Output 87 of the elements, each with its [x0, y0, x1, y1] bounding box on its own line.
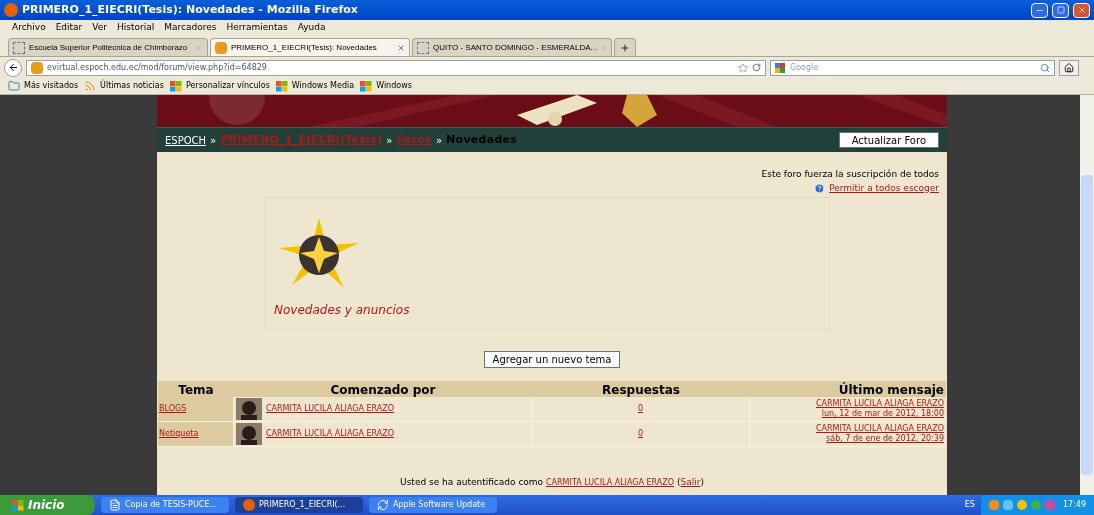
- site-logo-icon: [215, 41, 227, 54]
- menu-item[interactable]: Archivo: [12, 20, 46, 35]
- topic-link[interactable]: Netiqueta: [159, 428, 199, 440]
- close-icon: [1076, 5, 1087, 15]
- scrollbar[interactable]: [1080, 95, 1094, 495]
- document-icon: [109, 499, 121, 511]
- breadcrumb-current: Novedades: [446, 131, 518, 148]
- feed-icon: [84, 80, 97, 92]
- breadcrumb-link[interactable]: ESPOCH: [165, 132, 207, 148]
- breadcrumb-separator: »: [435, 133, 443, 148]
- menu-item[interactable]: Herramientas: [226, 20, 288, 35]
- close-tab-icon[interactable]: [397, 43, 405, 52]
- browser-icon: [4, 3, 18, 17]
- search-icon[interactable]: [1040, 62, 1050, 73]
- menu-item[interactable]: Marcadores: [164, 20, 217, 35]
- breadcrumb-separator: »: [386, 133, 393, 148]
- avatar-icon: [236, 398, 262, 420]
- author-link[interactable]: CARMITA LUCILA ALIAGA ERAZO: [266, 403, 395, 415]
- avatar-icon: [236, 423, 262, 445]
- last-post-date-link[interactable]: sáb, 7 de ene de 2012, 20:39: [826, 434, 944, 444]
- last-post-author-link[interactable]: CARMITA LUCILA ALIAGA ERAZO: [815, 424, 944, 434]
- add-topic-button[interactable]: Agregar un nuevo tema: [483, 351, 621, 368]
- logout-link[interactable]: Salir: [680, 477, 701, 487]
- home-icon: [1064, 62, 1074, 73]
- menu-item[interactable]: Editar: [55, 20, 83, 35]
- bookmark-item[interactable]: Windows Media: [275, 80, 355, 92]
- back-arrow-icon: [7, 62, 19, 73]
- replies-link[interactable]: 0: [637, 428, 644, 440]
- user-link[interactable]: CARMITA LUCILA ALIAGA ERAZO: [546, 478, 675, 487]
- subscription-note: Este foro fuerza la suscripción de todos: [761, 168, 939, 181]
- menu-item[interactable]: Historial: [117, 20, 155, 35]
- tray-icon[interactable]: [1002, 500, 1013, 510]
- author-link[interactable]: CARMITA LUCILA ALIAGA ERAZO: [266, 428, 395, 440]
- tray-icon[interactable]: [1016, 500, 1027, 510]
- forum-intro-title: Novedades y anuncios: [274, 302, 411, 319]
- bookmark-star-icon[interactable]: [738, 62, 748, 73]
- back-button[interactable]: [4, 58, 22, 77]
- windows-flag-icon: [12, 499, 24, 511]
- reload-icon[interactable]: [752, 63, 761, 72]
- restore-button[interactable]: [1052, 2, 1069, 18]
- bookmark-item[interactable]: Personalizar vínculos: [169, 80, 270, 92]
- tray-icon[interactable]: [988, 500, 999, 510]
- language-indicator[interactable]: ES: [964, 499, 975, 511]
- windows-flag-icon: [360, 80, 373, 92]
- help-icon[interactable]: [814, 182, 826, 194]
- page-icon: [13, 41, 25, 54]
- last-post-date-link[interactable]: lun, 12 de mar de 2012, 18:00: [821, 409, 944, 419]
- allow-choice-link[interactable]: Permitir a todos escoger: [829, 181, 939, 195]
- windows-flag-icon: [169, 80, 182, 92]
- search-engine-icon: [775, 62, 786, 73]
- taskbar-button[interactable]: Apple Software Update: [369, 497, 497, 513]
- browser-tab[interactable]: PRIMERO_1_EIECRI(Tesis): Novedades: [210, 38, 410, 56]
- bookmark-item[interactable]: Últimas noticias: [84, 80, 164, 92]
- column-header: Tema: [177, 382, 215, 399]
- column-header: Comenzado por: [329, 382, 437, 399]
- site-logo-icon: [31, 61, 43, 74]
- column-header: Último mensaje: [837, 381, 945, 399]
- home-button[interactable]: [1059, 59, 1079, 76]
- topic-link[interactable]: BLOGS: [159, 403, 187, 415]
- minimize-button[interactable]: [1031, 2, 1048, 18]
- column-header: Respuestas: [601, 382, 681, 399]
- clock: 17:49: [1062, 499, 1086, 511]
- breadcrumb-separator: »: [210, 133, 217, 148]
- bookmark-item[interactable]: Más visitados: [8, 80, 79, 92]
- last-post-author-link[interactable]: CARMITA LUCILA ALIAGA ERAZO: [815, 399, 944, 409]
- bookmark-item[interactable]: Windows: [360, 80, 412, 92]
- browser-icon: [243, 499, 255, 511]
- replies-link[interactable]: 0: [637, 403, 644, 415]
- login-info-text: Usted se ha autentificado como CARMITA LUCILA ALIAGA ERAZO (Salir): [400, 476, 704, 489]
- taskbar-button[interactable]: Copia de TESIS-PUCE...: [101, 497, 229, 513]
- page-icon: [417, 41, 429, 54]
- folder-icon: [8, 80, 20, 92]
- menu-item[interactable]: Ayuda: [297, 20, 326, 35]
- new-tab-button[interactable]: [614, 38, 636, 56]
- update-icon: [377, 499, 389, 511]
- start-button[interactable]: Inicio: [0, 495, 95, 515]
- restore-icon: [1056, 6, 1065, 14]
- close-button[interactable]: [1073, 2, 1090, 18]
- taskbar-button[interactable]: PRIMERO_1_EIECRI(...: [235, 497, 363, 513]
- refresh-forum-button[interactable]: Actualizar Foro: [838, 132, 939, 148]
- browser-tab[interactable]: QUITO - SANTO DOMINGO - ESMERALDA...: [412, 38, 612, 56]
- window-title: PRIMERO_1_EIECRI(Tesis): Novedades - Mozilla Firefox: [22, 1, 359, 18]
- browser-tab[interactable]: Escuela Superior Politécnica de Chimborazo: [8, 38, 208, 56]
- menu-item[interactable]: Ver: [92, 20, 107, 35]
- address-field[interactable]: evirtual.espoch.edu.ec/mod/forum/view.php?id=64829: [26, 59, 766, 76]
- plus-icon: [620, 42, 630, 53]
- windows-flag-icon: [275, 80, 288, 92]
